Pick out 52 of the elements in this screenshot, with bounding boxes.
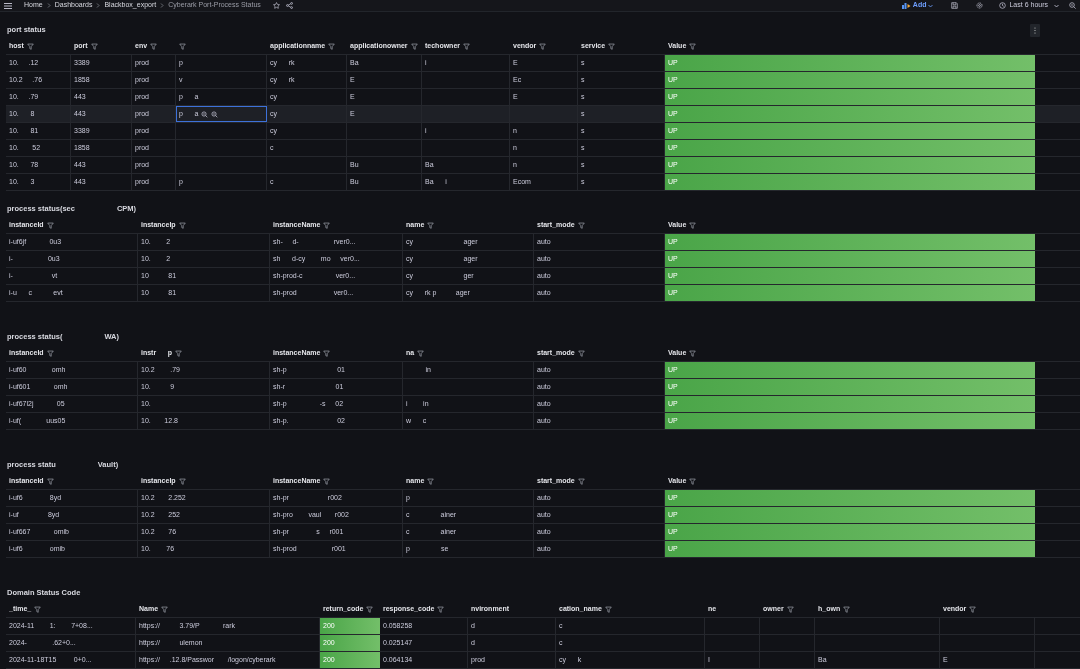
- filter-icon[interactable]: [179, 42, 186, 50]
- caret-icon: [1054, 3, 1059, 8]
- star-icon[interactable]: [272, 2, 280, 9]
- chevron-icon: [96, 3, 101, 8]
- clock-icon: [999, 2, 1007, 9]
- filter-icon[interactable]: [786, 605, 794, 613]
- filter-icon[interactable]: [34, 605, 42, 613]
- add-panel-icon: [901, 2, 911, 9]
- filter-icon[interactable]: [969, 605, 977, 613]
- chevron-icon: [46, 3, 51, 8]
- filter-icon[interactable]: [161, 605, 169, 613]
- filter-icon[interactable]: [410, 42, 418, 50]
- filter-icon[interactable]: [577, 477, 585, 485]
- filter-icon[interactable]: [604, 605, 612, 613]
- chevron-icon: [160, 3, 165, 8]
- filter-icon[interactable]: [178, 221, 186, 229]
- save-icon[interactable]: [951, 2, 959, 9]
- filter-icon[interactable]: [46, 221, 54, 229]
- caret-icon: [928, 3, 934, 8]
- menu-icon[interactable]: [4, 2, 12, 9]
- filter-icon[interactable]: [178, 477, 186, 485]
- filter-icon[interactable]: [46, 477, 54, 485]
- filter-icon[interactable]: [150, 42, 158, 50]
- filter-icon[interactable]: [577, 221, 585, 229]
- filter-icon[interactable]: [323, 477, 331, 485]
- filter-icon[interactable]: [90, 42, 98, 50]
- filter-icon[interactable]: [437, 605, 445, 613]
- filter-icon[interactable]: [366, 605, 374, 613]
- filter-icon[interactable]: [427, 477, 435, 485]
- filter-icon[interactable]: [46, 349, 54, 357]
- filter-icon[interactable]: [689, 349, 697, 357]
- filter-icon[interactable]: [689, 42, 697, 50]
- filter-icon[interactable]: [427, 221, 435, 229]
- filter-icon[interactable]: [689, 221, 697, 229]
- filter-icon[interactable]: [689, 477, 697, 485]
- filter-icon[interactable]: [577, 349, 585, 357]
- settings-icon[interactable]: [976, 2, 984, 9]
- filter-icon[interactable]: [539, 42, 547, 50]
- share-icon[interactable]: [285, 2, 293, 9]
- filter-icon[interactable]: [323, 349, 331, 357]
- zoom-out-icon[interactable]: [1069, 2, 1076, 9]
- filter-icon[interactable]: [328, 42, 336, 50]
- filter-icon[interactable]: [26, 42, 34, 50]
- panel-menu-button[interactable]: [1030, 23, 1040, 37]
- filter-icon[interactable]: [175, 349, 183, 357]
- filter-icon[interactable]: [417, 349, 425, 357]
- filter-icon[interactable]: [463, 42, 470, 50]
- filter-icon[interactable]: [843, 605, 851, 613]
- zoom-icon[interactable]: [201, 110, 209, 118]
- zoom-icon[interactable]: [211, 110, 219, 118]
- filter-icon[interactable]: [323, 221, 331, 229]
- filter-icon[interactable]: [608, 42, 616, 50]
